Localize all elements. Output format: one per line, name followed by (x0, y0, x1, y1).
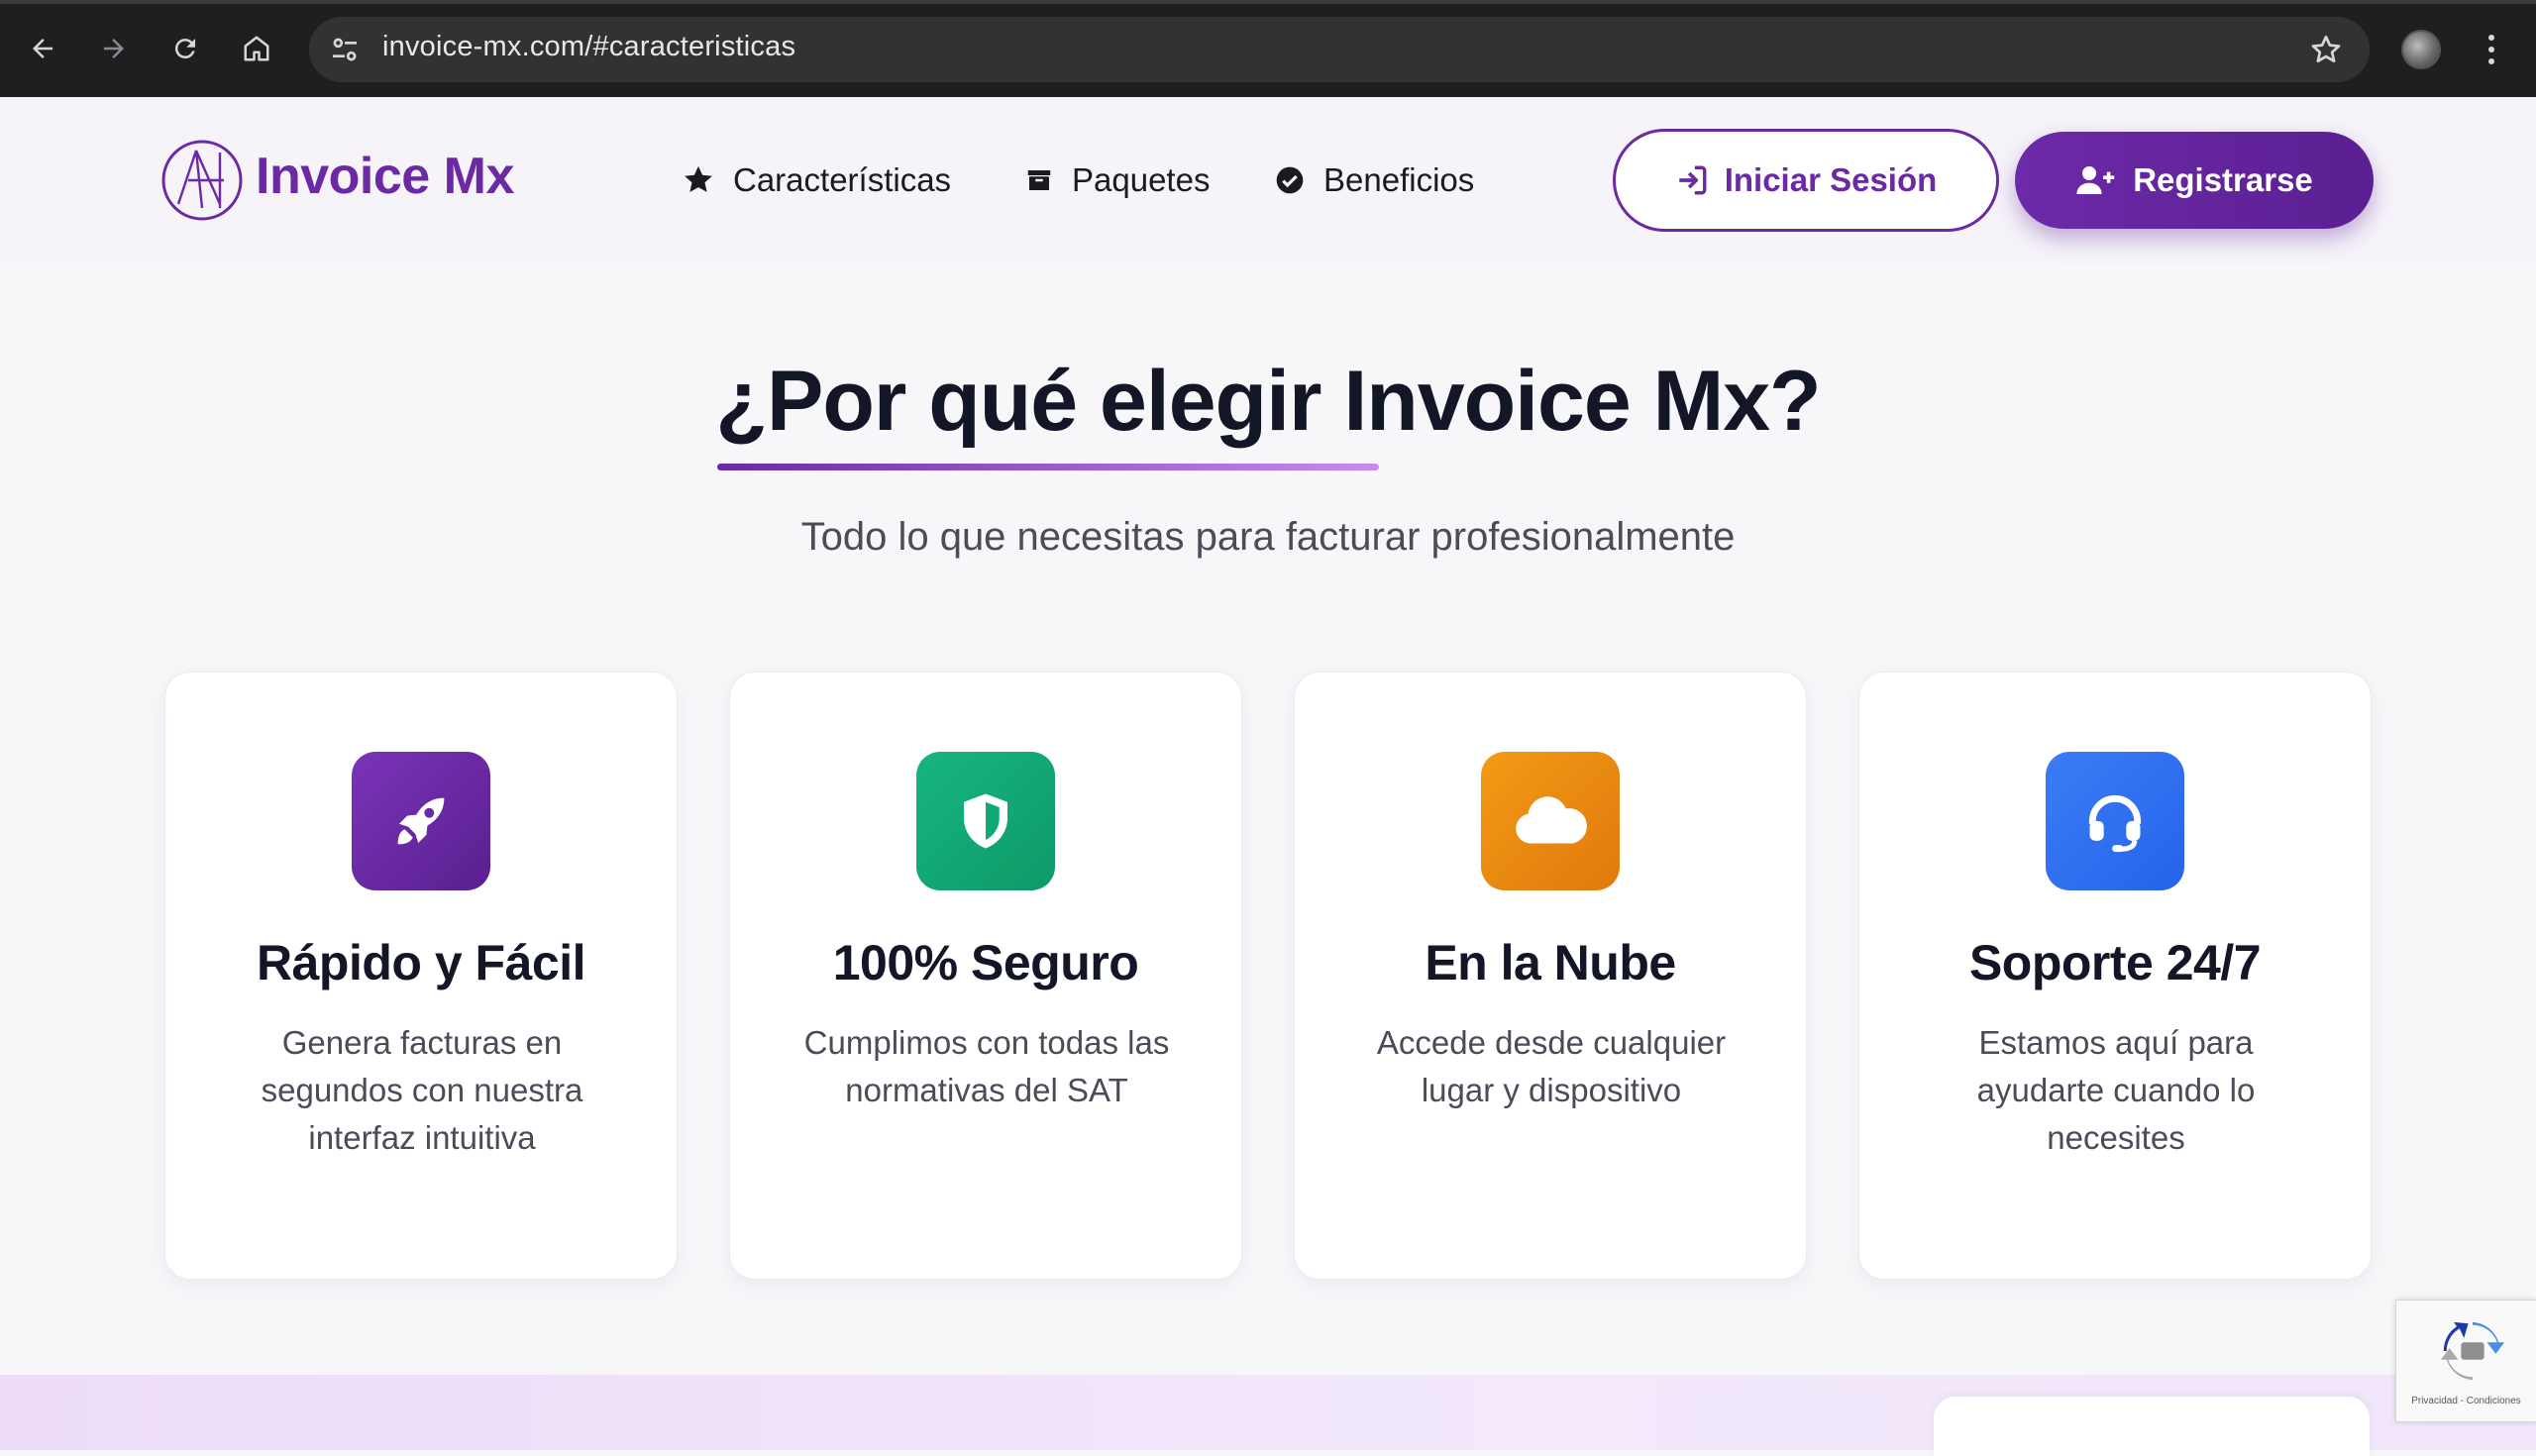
recaptcha-text[interactable]: Privacidad - Condiciones (2396, 1396, 2536, 1406)
nav-label: Beneficios (1323, 161, 1475, 198)
headset-icon (2088, 794, 2142, 853)
feature-title: Soporte 24/7 (1968, 935, 2262, 990)
star-icon (685, 165, 712, 192)
sign-in-icon (1678, 165, 1707, 195)
login-button[interactable]: Iniciar Sesión (1613, 129, 1999, 232)
forward-button[interactable] (91, 26, 137, 71)
feature-text: Genera facturas en segundos con nuestra … (261, 1024, 583, 1156)
site-settings-icon[interactable] (329, 34, 361, 65)
next-section-card (1934, 1397, 2370, 1456)
nav-paquetes[interactable]: Paquetes (1024, 156, 1210, 204)
home-icon (244, 36, 269, 61)
back-button[interactable] (20, 26, 65, 71)
feature-card-soporte: Soporte 24/7 Estamos aquí para ayudarte … (1858, 672, 2372, 1280)
feature-icon-box (2046, 752, 2184, 890)
feature-icon-box (352, 752, 490, 890)
feature-card-seguro: 100% Seguro Cumplimos con todas las norm… (729, 672, 1242, 1280)
feature-text: Accede desde cualquier lugar y dispositi… (1376, 1024, 1727, 1108)
address-bar[interactable]: invoice-mx.com/#caracteristicas (309, 17, 2370, 82)
home-button[interactable] (234, 26, 279, 71)
feature-icon-box (916, 752, 1055, 890)
section-title: ¿Por qué elegir Invoice Mx? (715, 354, 1821, 449)
star-outline-icon[interactable] (2308, 32, 2344, 67)
nav-beneficios[interactable]: Beneficios (1274, 156, 1474, 204)
tab-strip-edge (0, 0, 2536, 4)
register-label: Registrarse (2133, 161, 2313, 198)
nav-label: Características (733, 161, 952, 198)
feature-icon-box (1481, 752, 1620, 890)
arrow-right-icon (104, 39, 124, 58)
profile-avatar[interactable] (2401, 30, 2441, 69)
feature-title: En la Nube (1425, 935, 1676, 990)
cloud-icon (1516, 796, 1587, 844)
register-button[interactable]: Registrarse (2015, 132, 2374, 229)
user-plus-icon (2076, 166, 2115, 194)
arrow-left-icon (33, 39, 53, 58)
shield-icon (964, 793, 1007, 849)
section-subtitle: Todo lo que necesitas para facturar prof… (800, 515, 1736, 559)
url-text[interactable]: invoice-mx.com/#caracteristicas (382, 31, 795, 63)
feature-title: Rápido y Fácil (257, 935, 585, 990)
box-icon (1027, 170, 1051, 190)
browser-toolbar: invoice-mx.com/#caracteristicas (0, 0, 2536, 97)
check-circle-icon (1276, 166, 1304, 194)
feature-card-nube: En la Nube Accede desde cualquier lugar … (1294, 672, 1807, 1280)
kebab-menu-icon[interactable] (2477, 28, 2506, 71)
logo-icon[interactable] (160, 139, 244, 222)
recaptcha-badge[interactable]: Privacidad - Condiciones (2395, 1300, 2536, 1422)
recaptcha-icon (2440, 1321, 2505, 1381)
reload-icon (174, 39, 195, 59)
nav-caracteristicas[interactable]: Características (682, 156, 951, 204)
feature-text: Cumplimos con todas las normativas del S… (803, 1024, 1170, 1108)
title-underline (717, 464, 1379, 470)
rocket-icon (397, 797, 445, 845)
feature-title: 100% Seguro (832, 935, 1139, 990)
feature-card-rapido: Rápido y Fácil Genera facturas en segund… (164, 672, 678, 1280)
logo-text[interactable]: Invoice Mx (256, 147, 514, 206)
nav-label: Paquetes (1072, 161, 1211, 198)
login-label: Iniciar Sesión (1724, 161, 1938, 198)
features-section: ¿Por qué elegir Invoice Mx? Todo lo que … (0, 263, 2536, 1375)
feature-text: Estamos aquí para ayudarte cuando lo nec… (1976, 1024, 2256, 1156)
reload-button[interactable] (162, 26, 208, 71)
